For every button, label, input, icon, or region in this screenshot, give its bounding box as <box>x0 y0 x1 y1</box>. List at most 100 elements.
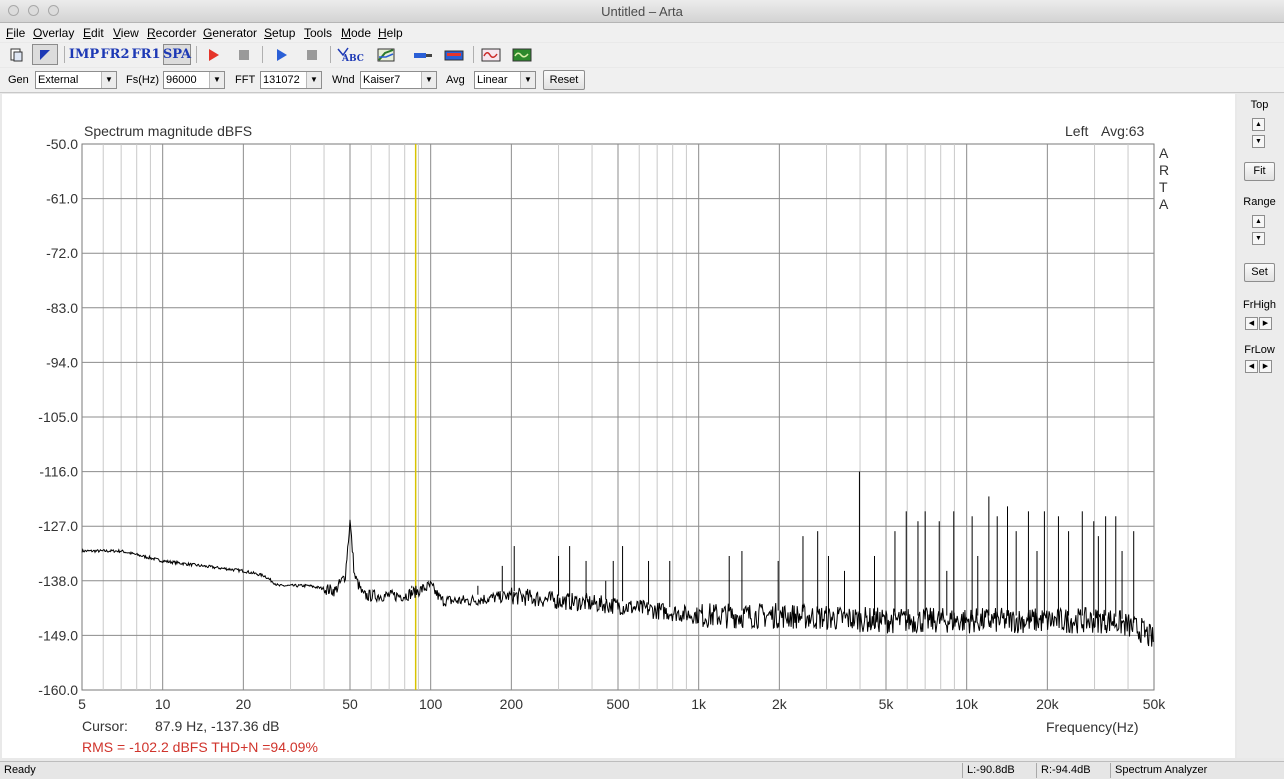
x-axis-ticks: 5 10 20 50 100 200 500 1k 2k 5k 10k 20k 50k <box>78 696 1166 712</box>
x-tick-label: 10k <box>955 696 979 712</box>
chevron-down-icon: ▼ <box>306 72 321 88</box>
fs-select-value: 96000 <box>166 74 197 86</box>
x-axis-label: Frequency(Hz) <box>1046 719 1139 735</box>
menu-recorder[interactable]: Recorder <box>147 26 196 40</box>
scale-sidebar: Top ▲ ▼ Fit Range ▲ ▼ Set FrHigh ◀ ▶ FrL… <box>1237 94 1284 758</box>
y-tick-label: -105.0 <box>38 409 78 425</box>
y-tick-label: -94.0 <box>46 354 78 370</box>
x-tick-label: 500 <box>606 696 630 712</box>
gen-select-value: External <box>38 74 79 86</box>
probe-tool-icon[interactable] <box>412 44 434 65</box>
spectrum-plot[interactable]: Spectrum magnitude dBFS Left Avg:63 ARTA… <box>2 94 1235 758</box>
menu-edit[interactable]: Edit <box>83 26 104 40</box>
x-tick-label: 2k <box>772 696 788 712</box>
set-button[interactable]: Set <box>1244 263 1275 282</box>
arta-brand-letter: T <box>1159 179 1168 195</box>
y-tick-label: -72.0 <box>46 245 78 261</box>
frhigh-left-button[interactable]: ◀ <box>1245 317 1258 330</box>
status-right-level: R:-94.4dB <box>1036 763 1110 778</box>
x-tick-label: 20 <box>236 696 252 712</box>
y-axis-ticks: -50.0 -61.0 -72.0 -83.0 -94.0 -105.0 -116.0 -12… <box>38 136 78 698</box>
new-file-icon[interactable] <box>7 44 25 65</box>
menu-mode[interactable]: Mode <box>341 26 371 40</box>
x-tick-label: 1k <box>691 696 707 712</box>
abc-label-text: ABC <box>342 53 364 64</box>
avg-label: Avg <box>446 74 465 86</box>
generator-play-icon[interactable] <box>271 44 291 65</box>
x-tick-label: 100 <box>419 696 443 712</box>
menu-help[interactable]: Help <box>378 26 403 40</box>
chevron-down-icon: ▼ <box>209 72 224 88</box>
x-tick-label: 5k <box>879 696 895 712</box>
fs-label: Fs(Hz) <box>126 74 159 86</box>
abc-label-icon[interactable]: ABC <box>336 44 364 65</box>
window-titlebar: Untitled – Arta <box>0 0 1284 23</box>
x-tick-label: 10 <box>155 696 171 712</box>
menu-tools[interactable]: Tools <box>304 26 332 40</box>
channel-label: Left <box>1065 123 1088 139</box>
menu-generator[interactable]: Generator <box>203 26 257 40</box>
menu-overlay[interactable]: Overlay <box>33 26 74 40</box>
y-tick-label: -127.0 <box>38 518 78 534</box>
chart-title: Spectrum magnitude dBFS <box>84 123 252 139</box>
fr2-mode-button[interactable]: FR2 <box>100 44 130 65</box>
reset-button[interactable]: Reset <box>543 70 585 90</box>
status-bar: Ready L:-90.8dB R:-94.4dB Spectrum Analy… <box>0 761 1284 779</box>
spectrum-chart-svg: Spectrum magnitude dBFS Left Avg:63 ARTA… <box>38 123 1169 755</box>
gen-select[interactable]: External ▼ <box>35 71 117 89</box>
frlow-left-button[interactable]: ◀ <box>1245 360 1258 373</box>
y-tick-label: -149.0 <box>38 627 78 643</box>
fr1-mode-label: FR1 <box>131 47 161 62</box>
menu-file[interactable]: File <box>6 26 25 40</box>
y-tick-label: -61.0 <box>46 191 78 207</box>
status-mode: Spectrum Analyzer <box>1110 763 1284 778</box>
arta-brand: ARTA <box>1159 145 1169 212</box>
harmonic-peaks <box>411 471 1135 623</box>
spectrum-mode-button[interactable]: SPA <box>163 44 191 65</box>
wnd-select[interactable]: Kaiser7 ▼ <box>360 71 437 89</box>
fs-select[interactable]: 96000 ▼ <box>163 71 225 89</box>
x-tick-label: 50k <box>1143 696 1167 712</box>
record-play-icon[interactable] <box>203 44 223 65</box>
window-title: Untitled – Arta <box>601 4 683 19</box>
top-up-button[interactable]: ▲ <box>1252 118 1265 131</box>
y-tick-label: -83.0 <box>46 300 78 316</box>
main-toolbar: IMP FR2 FR1 SPA ABC <box>0 43 1284 67</box>
impulse-mode-label: IMP <box>68 47 100 62</box>
meter-tool-icon[interactable] <box>442 44 466 65</box>
fr2-mode-label: FR2 <box>100 47 130 62</box>
fr1-mode-button[interactable]: FR1 <box>131 44 161 65</box>
chevron-down-icon: ▼ <box>520 72 535 88</box>
top-down-button[interactable]: ▼ <box>1252 135 1265 148</box>
cursor-label: Cursor: <box>82 718 128 734</box>
range-up-button[interactable]: ▲ <box>1252 215 1265 228</box>
top-label: Top <box>1250 99 1269 111</box>
arta-brand-letter: A <box>1159 145 1169 161</box>
frlow-label: FrLow <box>1244 344 1275 356</box>
x-tick-label: 5 <box>78 696 86 712</box>
impulse-mode-button[interactable]: IMP <box>68 44 100 65</box>
frhigh-label: FrHigh <box>1242 299 1276 311</box>
wnd-label: Wnd <box>332 74 355 86</box>
chevron-down-icon: ▼ <box>421 72 436 88</box>
fft-select[interactable]: 131072 ▼ <box>260 71 322 89</box>
chevron-down-icon: ▼ <box>101 72 116 88</box>
range-label: Range <box>1243 196 1276 208</box>
y-tick-label: -160.0 <box>38 682 78 698</box>
fit-button[interactable]: Fit <box>1244 162 1275 181</box>
y-tick-label: -116.0 <box>39 464 78 480</box>
status-ready: Ready <box>4 764 36 776</box>
oscilloscope-icon[interactable] <box>480 44 502 65</box>
frhigh-right-button[interactable]: ▶ <box>1259 317 1272 330</box>
cursor-tool-icon[interactable] <box>32 44 58 65</box>
range-down-button[interactable]: ▼ <box>1252 232 1265 245</box>
menu-setup[interactable]: Setup <box>264 26 295 40</box>
chart-tool-icon[interactable] <box>375 44 397 65</box>
signal-monitor-icon[interactable] <box>511 44 533 65</box>
generator-stop-icon[interactable] <box>302 44 322 65</box>
menu-view[interactable]: View <box>113 26 139 40</box>
x-tick-label: 200 <box>500 696 524 712</box>
avg-select[interactable]: Linear ▼ <box>474 71 536 89</box>
record-stop-icon[interactable] <box>234 44 254 65</box>
frlow-right-button[interactable]: ▶ <box>1259 360 1272 373</box>
